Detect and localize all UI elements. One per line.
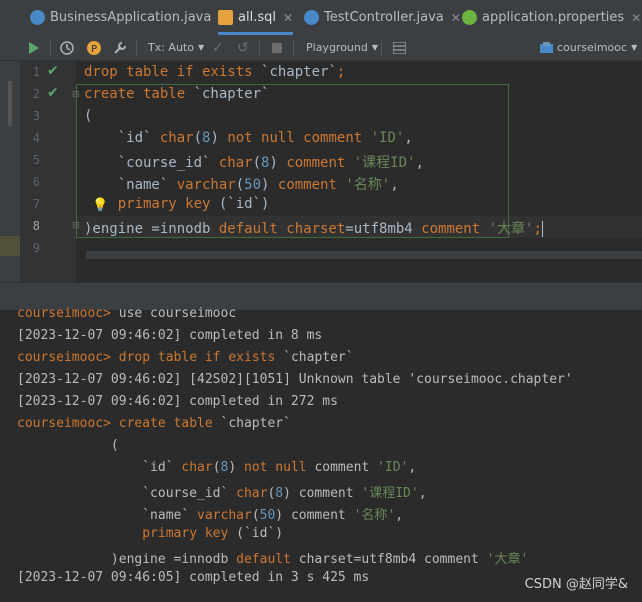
chevron-down-icon: ▼ — [371, 43, 379, 52]
scroll-marker — [8, 81, 12, 126]
code-line-2: create table `chapter` — [84, 86, 270, 102]
spring-properties-icon — [462, 10, 477, 25]
code-line-1: drop table if exists `chapter`; — [84, 64, 346, 80]
settings-wrench-icon[interactable] — [113, 35, 127, 60]
code-line-4: `id` char(8) not null comment 'ID', — [84, 130, 413, 146]
console-output: courseimooc> use courseimooc [2023-12-07… — [0, 306, 642, 602]
toolbar-divider — [293, 40, 294, 56]
code-line-8: )engine =innodb default charset=utf8mb4 … — [84, 218, 552, 238]
code-line-5: `course_id` char(8) comment '课程ID', — [84, 155, 424, 171]
close-icon[interactable]: ✕ — [283, 11, 293, 25]
tx-mode-dropdown[interactable]: Tx: Auto ▼ — [148, 35, 204, 60]
playground-dropdown[interactable]: Playground ▼ — [306, 35, 378, 60]
datasource-label: courseimooc — [557, 41, 628, 54]
line-number: 1 — [32, 65, 40, 79]
code-line-7: primary key (`id`) — [117, 196, 270, 212]
line-number: 9 — [32, 241, 40, 255]
playground-label: Playground — [306, 41, 368, 54]
results-table-icon[interactable] — [393, 35, 406, 60]
tab-label: BusinessApplication.java — [50, 10, 212, 25]
console-line: [2023-12-07 09:46:02] [42S02][1051] Unkn… — [17, 372, 573, 387]
svg-text:P: P — [91, 44, 97, 55]
sql-toolbar: P Tx: Auto ▼ ✓ ↺ Playground ▼ courseimoo… — [0, 35, 642, 61]
watermark: CSDN @赵同学& — [524, 577, 628, 592]
executed-check-icon: ✔ — [47, 85, 59, 101]
tool-window-strip — [0, 61, 20, 282]
line-number: 4 — [32, 131, 40, 145]
horizontal-scrollbar[interactable] — [86, 251, 642, 259]
commit-check-icon[interactable]: ✓ — [212, 35, 224, 60]
console-line: `course_id` char(8) comment '课程ID', — [17, 486, 427, 501]
tab-business-application[interactable]: BusinessApplication.java ✕ — [30, 0, 228, 35]
line-number: 8 — [32, 219, 40, 233]
current-line-marker — [0, 236, 20, 256]
line-number: 3 — [32, 109, 40, 123]
history-icon[interactable] — [60, 35, 74, 60]
console-line: courseimooc> drop table if exists `chapt… — [17, 350, 354, 365]
tx-mode-label: Tx: Auto — [148, 41, 194, 54]
tab-application-properties[interactable]: application.properties ✕ — [462, 0, 641, 35]
console-line: )engine =innodb default charset=utf8mb4 … — [17, 552, 529, 567]
fold-icon[interactable]: ⊟ — [72, 90, 80, 100]
java-class-icon — [304, 10, 319, 25]
sql-file-icon — [218, 10, 233, 25]
console-line: courseimooc> create table `chapter` — [17, 416, 291, 431]
tab-label: application.properties — [482, 10, 625, 25]
toolbar-divider — [259, 40, 260, 56]
tab-label: TestController.java — [324, 10, 444, 25]
chevron-down-icon: ▼ — [631, 43, 638, 52]
console-line: [2023-12-07 09:46:05] completed in 3 s 4… — [17, 570, 370, 585]
fold-icon[interactable]: ⊟ — [72, 221, 80, 231]
code-line-3: ( — [84, 108, 93, 124]
sql-editor[interactable]: 1 2 3 4 5 6 7 8 9 ✔ ✔ ⊟ ⊟ 💡 drop table i… — [0, 61, 642, 282]
chevron-down-icon: ▼ — [197, 43, 205, 52]
line-number: 2 — [32, 87, 40, 101]
stop-icon[interactable] — [272, 35, 282, 60]
line-number: 5 — [32, 153, 40, 167]
console-line: courseimooc> use courseimooc — [17, 306, 237, 321]
console-line: [2023-12-07 09:46:02] completed in 8 ms — [17, 328, 323, 343]
toolbar-divider — [381, 40, 382, 56]
console-line: ( — [17, 438, 119, 453]
tab-label: all.sql — [238, 10, 276, 25]
editor-tab-bar: BusinessApplication.java ✕ all.sql ✕ Tes… — [0, 0, 642, 36]
execute-icon[interactable] — [28, 35, 40, 60]
java-class-icon — [30, 10, 45, 25]
line-number: 7 — [32, 197, 40, 211]
code-line-6: `name` varchar(50) comment '名称', — [84, 177, 399, 193]
console-line: [2023-12-07 09:46:02] completed in 272 m… — [17, 394, 338, 409]
console-line: `name` varchar(50) comment '名称', — [17, 508, 404, 523]
toolbar-divider — [50, 40, 51, 56]
rollback-icon[interactable]: ↺ — [237, 35, 249, 60]
profile-icon[interactable]: P — [87, 35, 101, 60]
toolbar-divider — [136, 40, 137, 56]
datasource-selector[interactable]: courseimooc ▼ — [540, 35, 637, 60]
console-line: primary key (`id`) — [142, 526, 284, 541]
tab-test-controller[interactable]: TestController.java ✕ — [304, 0, 461, 35]
close-icon[interactable]: ✕ — [451, 11, 461, 25]
database-icon — [540, 41, 553, 53]
close-icon[interactable]: ✕ — [631, 11, 641, 25]
tab-all-sql[interactable]: all.sql ✕ — [218, 0, 294, 35]
console-line: `id` char(8) not null comment 'ID', — [17, 460, 417, 475]
line-number: 6 — [32, 175, 40, 189]
executed-check-icon: ✔ — [47, 63, 59, 79]
